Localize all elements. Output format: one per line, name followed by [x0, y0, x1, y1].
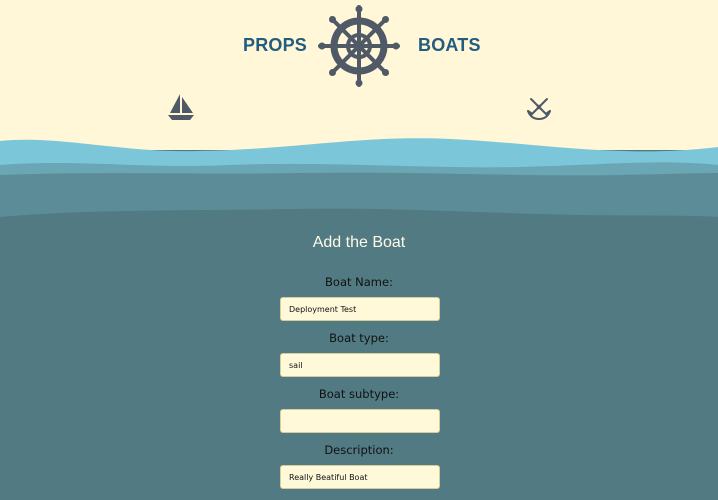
brand-props-label: PROPS — [243, 35, 308, 55]
boat-subtype-input[interactable] — [280, 409, 440, 433]
sailboat-icon — [168, 94, 194, 120]
brand-boats-label: BOATS — [418, 35, 481, 55]
sea-waves — [0, 138, 718, 235]
boat-name-label: Boat Name: — [325, 275, 393, 289]
boat-type-label: Boat type: — [329, 331, 389, 345]
anchor-icon — [527, 98, 551, 121]
boat-type-input[interactable] — [280, 353, 440, 377]
boat-subtype-label: Boat subtype: — [318, 387, 400, 401]
description-input[interactable] — [280, 465, 440, 489]
boat-name-input[interactable] — [280, 297, 440, 321]
add-boat-form: Add the Boat Boat Name: Boat type: Boat … — [0, 230, 718, 500]
ship-wheel-icon[interactable] — [318, 5, 400, 87]
form-title: Add the Boat — [312, 234, 406, 251]
description-label: Description: — [324, 443, 394, 457]
